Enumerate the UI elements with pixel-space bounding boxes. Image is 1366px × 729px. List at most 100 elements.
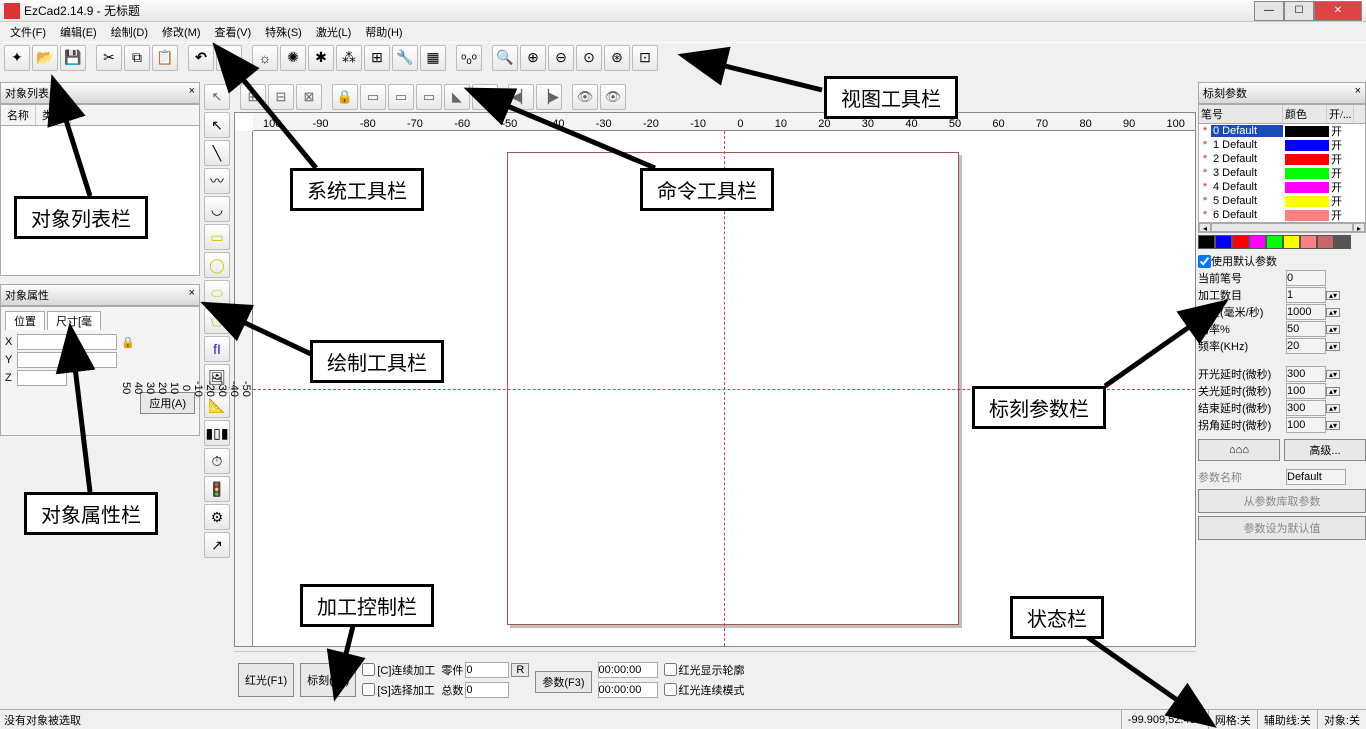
lock-icon[interactable]: 🔒 — [121, 336, 135, 349]
speed-input[interactable] — [1286, 304, 1326, 320]
tool-icon[interactable]: ⊞ — [364, 45, 390, 71]
close-button[interactable]: ✕ — [1314, 1, 1362, 21]
timer-icon[interactable]: ⏱ — [204, 448, 230, 474]
color-swatch[interactable] — [1266, 235, 1283, 249]
redo-icon[interactable]: ↷ — [216, 45, 242, 71]
rect-icon[interactable]: ▭ — [204, 224, 230, 250]
color-swatch[interactable] — [1300, 235, 1317, 249]
pen-row[interactable]: *5 Default开 — [1199, 194, 1365, 208]
x-input[interactable] — [17, 334, 67, 350]
undo-icon[interactable]: ↶ — [188, 45, 214, 71]
close-panel-icon[interactable]: × — [189, 85, 195, 101]
off-delay-input[interactable] — [1286, 383, 1326, 399]
menu-draw[interactable]: 绘制(D) — [105, 22, 154, 42]
new-icon[interactable]: ✦ — [4, 45, 30, 71]
maximize-button[interactable]: ☐ — [1284, 1, 1314, 21]
menu-edit[interactable]: 编辑(E) — [54, 22, 103, 42]
zoom-icon[interactable]: 🔍 — [492, 45, 518, 71]
color-swatch[interactable] — [1317, 235, 1334, 249]
pen-list[interactable]: 笔号 颜色 开/... *0 Default开*1 Default开*2 Def… — [1198, 104, 1366, 233]
on-delay-input[interactable] — [1286, 366, 1326, 382]
ellipse-icon[interactable]: ⬭ — [204, 280, 230, 306]
mark-button[interactable]: 标刻(F2) — [300, 663, 356, 697]
tab-position[interactable]: 位置 — [5, 311, 45, 330]
io-icon[interactable]: 🚦 — [204, 476, 230, 502]
cur-pen-input[interactable] — [1286, 270, 1326, 286]
menu-file[interactable]: 文件(F) — [4, 22, 52, 42]
tool-icon[interactable]: ▦ — [420, 45, 446, 71]
apply-button[interactable]: 应用(A) — [140, 392, 195, 414]
select-checkbox[interactable] — [362, 683, 375, 696]
tool-icon[interactable]: ✺ — [280, 45, 306, 71]
tool-icon[interactable]: ᵒₒᵒ — [456, 45, 482, 71]
tool-icon[interactable]: ☼ — [252, 45, 278, 71]
cut-icon[interactable]: ✂ — [96, 45, 122, 71]
pen-row[interactable]: *4 Default开 — [1199, 180, 1365, 194]
status-guide[interactable]: 辅助线:关 — [1257, 710, 1317, 729]
color-swatch[interactable] — [1198, 235, 1215, 249]
parts-input[interactable] — [465, 662, 509, 678]
end-delay-input[interactable] — [1286, 400, 1326, 416]
save-icon[interactable]: 💾 — [60, 45, 86, 71]
color-swatch[interactable] — [1232, 235, 1249, 249]
zoom-all-icon[interactable]: ⊛ — [604, 45, 630, 71]
encoder-icon[interactable]: ⚙ — [204, 504, 230, 530]
pen-row[interactable]: *0 Default开 — [1199, 124, 1365, 138]
param-button[interactable]: 参数(F3) — [535, 671, 591, 693]
color-swatch[interactable] — [1334, 235, 1351, 249]
col-name[interactable]: 名称 — [1, 105, 36, 125]
curve-icon[interactable]: 〰 — [204, 168, 230, 194]
menu-special[interactable]: 特殊(S) — [259, 22, 308, 42]
zoom-region-icon[interactable]: ⊡ — [632, 45, 658, 71]
tool-icon[interactable]: ⁂ — [336, 45, 362, 71]
close-panel-icon[interactable]: × — [189, 287, 195, 303]
color-swatch[interactable] — [1215, 235, 1232, 249]
corner-delay-input[interactable] — [1286, 417, 1326, 433]
color-swatch[interactable] — [1249, 235, 1266, 249]
menu-view[interactable]: 查看(V) — [209, 22, 258, 42]
red-outline-checkbox[interactable] — [664, 663, 677, 676]
xs-input[interactable] — [67, 334, 117, 350]
text-icon[interactable]: fI — [204, 336, 230, 362]
loop-button[interactable]: ⌂⌂⌂ — [1198, 439, 1280, 461]
tool-icon[interactable]: ✱ — [308, 45, 334, 71]
arc-icon[interactable]: ◡ — [204, 196, 230, 222]
zoom-in-icon[interactable]: ⊕ — [520, 45, 546, 71]
polygon-icon[interactable]: ⬠ — [204, 308, 230, 334]
red-continuous-checkbox[interactable] — [664, 683, 677, 696]
count-input[interactable] — [1286, 287, 1326, 303]
color-swatch[interactable] — [1283, 235, 1300, 249]
tab-size[interactable]: 尺寸[毫 — [47, 311, 101, 330]
menu-laser[interactable]: 激光(L) — [310, 22, 357, 42]
zoom-fit-icon[interactable]: ⊙ — [576, 45, 602, 71]
menu-modify[interactable]: 修改(M) — [156, 22, 207, 42]
freq-input[interactable] — [1286, 338, 1326, 354]
status-snap[interactable]: 对象:关 — [1317, 710, 1366, 729]
extend-icon[interactable]: ↗ — [204, 532, 230, 558]
use-default-checkbox[interactable] — [1198, 255, 1211, 268]
menu-help[interactable]: 帮助(H) — [359, 22, 408, 42]
minimize-button[interactable]: — — [1254, 1, 1284, 21]
total-input[interactable] — [465, 682, 509, 698]
red-light-button[interactable]: 红光(F1) — [238, 663, 294, 697]
pen-row[interactable]: *6 Default开 — [1199, 208, 1365, 222]
copy-icon[interactable]: ⧉ — [124, 45, 150, 71]
set-default-button[interactable]: 参数设为默认值 — [1198, 516, 1366, 540]
pen-row[interactable]: *3 Default开 — [1199, 166, 1365, 180]
r-button[interactable]: R — [511, 663, 529, 677]
pen-row[interactable]: *1 Default开 — [1199, 138, 1365, 152]
zoom-out-icon[interactable]: ⊖ — [548, 45, 574, 71]
pen-row[interactable]: *2 Default开 — [1199, 152, 1365, 166]
status-grid[interactable]: 网格:关 — [1208, 710, 1257, 729]
param-name-input[interactable] — [1286, 469, 1346, 485]
color-palette[interactable] — [1198, 235, 1366, 249]
advanced-button[interactable]: 高级... — [1284, 439, 1366, 461]
paste-icon[interactable]: 📋 — [152, 45, 178, 71]
open-icon[interactable]: 📂 — [32, 45, 58, 71]
z-input[interactable] — [17, 370, 67, 386]
load-param-button[interactable]: 从参数库取参数 — [1198, 489, 1366, 513]
pointer-icon[interactable]: ↖ — [204, 112, 230, 138]
power-input[interactable] — [1286, 321, 1326, 337]
line-icon[interactable]: ╲ — [204, 140, 230, 166]
circle-icon[interactable]: ◯ — [204, 252, 230, 278]
